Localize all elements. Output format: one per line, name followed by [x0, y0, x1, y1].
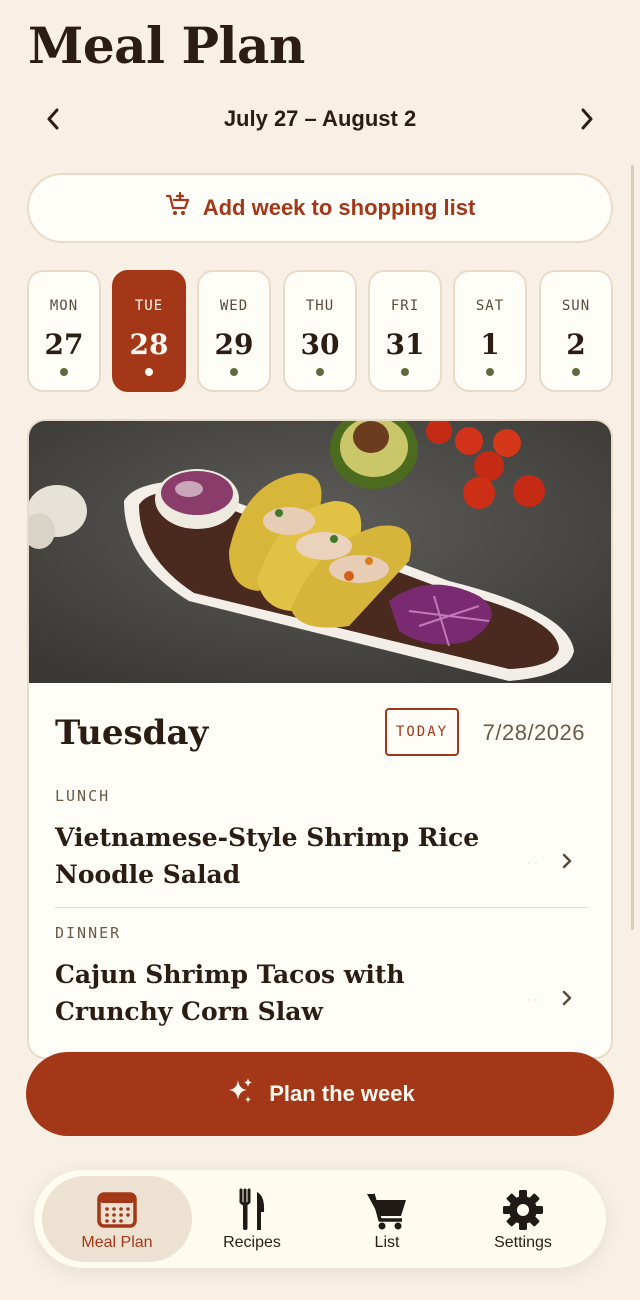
day-number: 28: [129, 328, 169, 361]
meal-indicator-dot: [60, 368, 68, 376]
day-mon[interactable]: MON 27: [27, 270, 101, 392]
scrollbar[interactable]: [631, 165, 634, 930]
day-number: 27: [44, 328, 84, 361]
day-card: Tuesday TODAY 7/28/2026 LUNCH Vietnamese…: [27, 419, 613, 1059]
tab-recipes[interactable]: Recipes: [177, 1176, 327, 1262]
tab-label: Recipes: [223, 1234, 281, 1251]
cart-icon: [367, 1193, 406, 1230]
day-name: THU: [305, 298, 335, 314]
meal-indicator-dot: [572, 368, 580, 376]
day-thu[interactable]: THU 30: [283, 270, 357, 392]
plan-the-week-button[interactable]: Plan the week: [26, 1052, 614, 1136]
day-name: WED: [219, 298, 249, 314]
day-date: 7/28/2026: [482, 720, 585, 745]
meal-title: Cajun Shrimp Tacos with Crunchy Corn Sla…: [55, 960, 405, 1026]
tab-label: List: [374, 1234, 400, 1251]
meal-plan-screen: Meal Plan July 27 – August 2 Add week to…: [0, 0, 640, 1300]
chevron-right-icon: [562, 990, 572, 1006]
day-number: 29: [214, 328, 254, 361]
day-number: 31: [385, 328, 425, 361]
day-name: MON: [49, 298, 79, 314]
day-number: 1: [480, 328, 500, 361]
day-wed[interactable]: WED 29: [197, 270, 271, 392]
sparkles-icon: [225, 1076, 255, 1112]
meal-indicator-dot: [316, 368, 324, 376]
calendar-icon: [97, 1192, 137, 1228]
chevron-right-icon: [562, 853, 572, 869]
day-name: SAT: [475, 298, 505, 314]
chevron-right-icon[interactable]: [572, 104, 602, 134]
day-tue[interactable]: TUE 28: [112, 270, 186, 392]
meal-item-lunch[interactable]: LUNCH Vietnamese-Style Shrimp Rice Noodl…: [55, 787, 589, 893]
page-title: Meal Plan: [28, 16, 305, 75]
tab-list[interactable]: List: [312, 1176, 462, 1262]
day-sat[interactable]: SAT 1: [453, 270, 527, 392]
day-selector: MON 27 TUE 28 WED 29 THU 30 FRI 31 SAT 1: [27, 270, 617, 392]
day-sun[interactable]: SUN 2: [539, 270, 613, 392]
day-name: SUN: [561, 298, 591, 314]
day-name: TUE: [134, 298, 164, 314]
day-number: 30: [300, 328, 340, 361]
drag-handle-icon[interactable]: ··: [527, 992, 541, 1006]
tab-label: Settings: [494, 1234, 552, 1251]
plan-the-week-label: Plan the week: [269, 1081, 415, 1106]
meal-label: DINNER: [55, 924, 122, 942]
week-range: July 27 – August 2: [223, 106, 417, 131]
meal-title: Vietnamese-Style Shrimp Rice Noodle Sala…: [55, 823, 480, 889]
today-badge: TODAY: [385, 708, 459, 756]
meal-label: LUNCH: [55, 787, 111, 805]
recipe-photo: [29, 421, 611, 683]
tab-bar: Meal Plan Recipes List Settings: [34, 1170, 606, 1268]
week-navigator: July 27 – August 2: [0, 96, 640, 142]
add-week-to-shopping-list-button[interactable]: Add week to shopping list: [27, 173, 613, 243]
gear-icon: [503, 1190, 543, 1230]
cart-plus-icon: [165, 191, 191, 224]
day-heading: Tuesday: [55, 713, 209, 753]
tab-label: Meal Plan: [81, 1234, 153, 1251]
meal-indicator-dot: [401, 368, 409, 376]
meal-item-dinner[interactable]: DINNER Cajun Shrimp Tacos with Crunchy C…: [55, 924, 589, 1030]
meal-indicator-dot: [230, 368, 238, 376]
tab-meal-plan[interactable]: Meal Plan: [42, 1176, 192, 1262]
meal-indicator-dot: [145, 368, 153, 376]
tab-settings[interactable]: Settings: [448, 1176, 598, 1262]
day-fri[interactable]: FRI 31: [368, 270, 442, 392]
divider: [55, 907, 589, 908]
add-week-label: Add week to shopping list: [202, 195, 476, 220]
meal-indicator-dot: [486, 368, 494, 376]
day-name: FRI: [390, 298, 420, 314]
day-number: 2: [566, 328, 586, 361]
drag-handle-icon[interactable]: ··: [527, 855, 541, 869]
fork-knife-icon: [239, 1188, 265, 1230]
